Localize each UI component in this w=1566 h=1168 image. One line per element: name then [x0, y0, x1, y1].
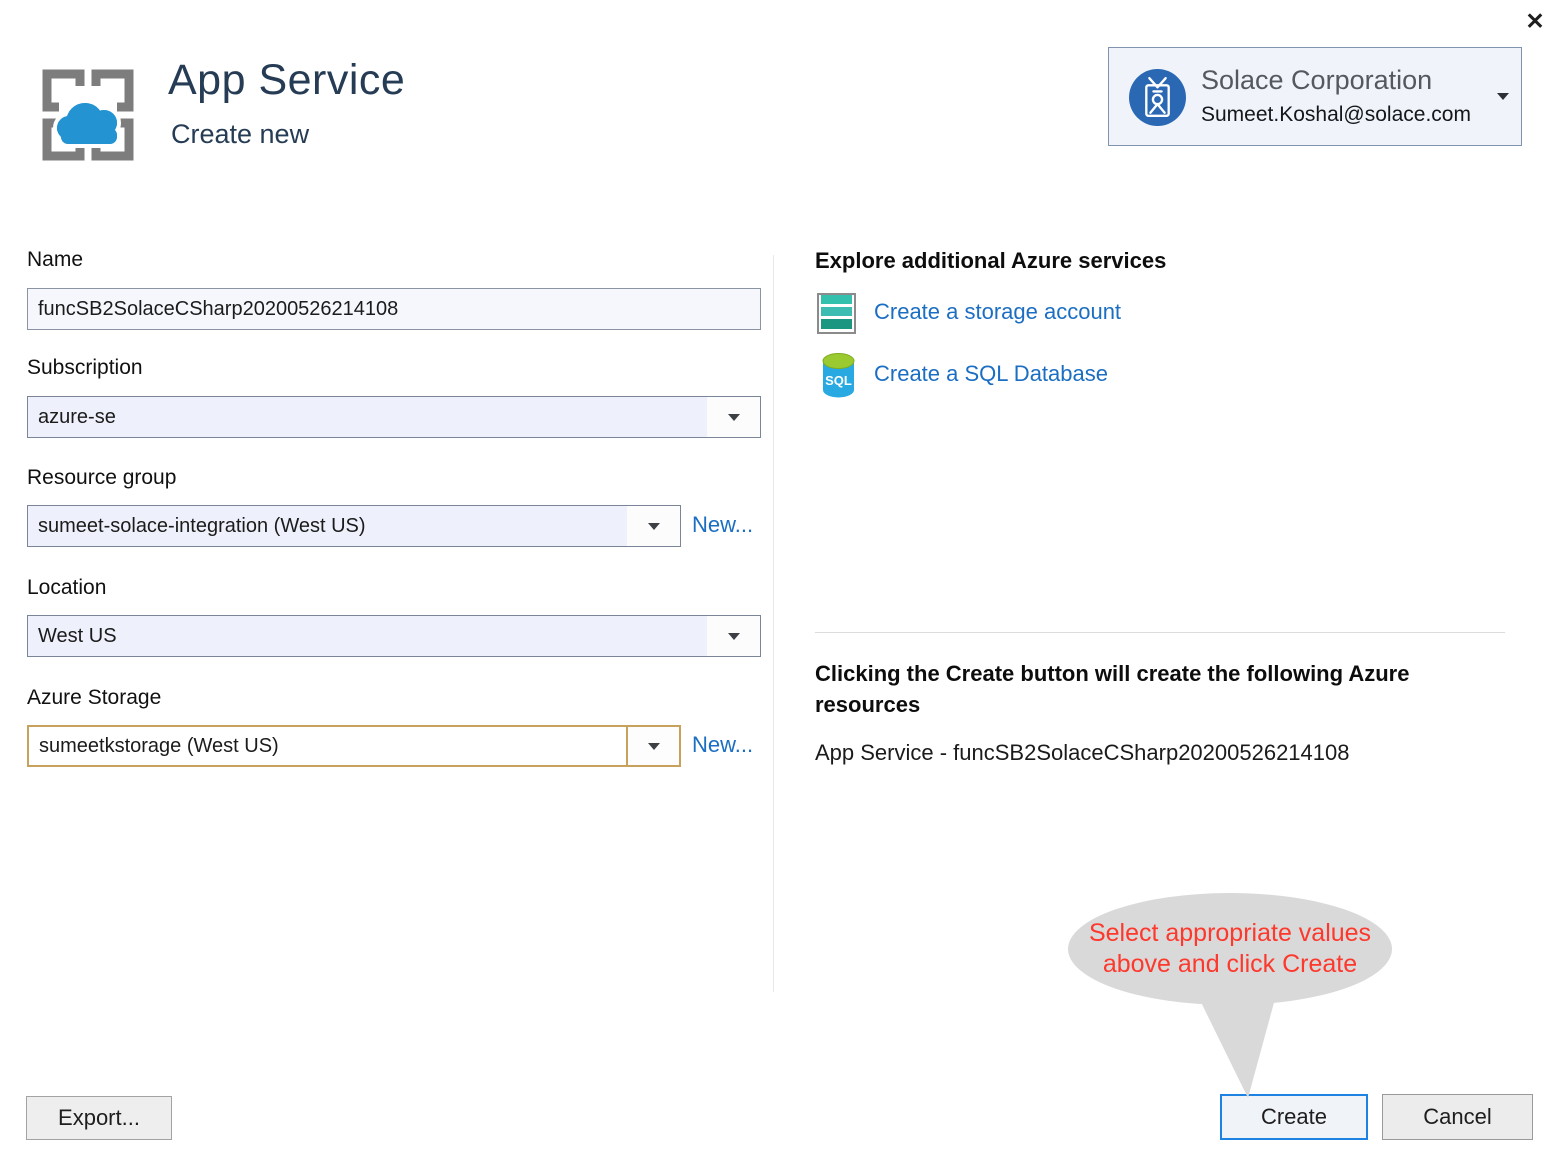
location-dropdown-button[interactable]	[707, 616, 760, 656]
sql-database-icon: SQL	[820, 352, 857, 399]
azure-storage-dropdown-button[interactable]	[626, 727, 679, 765]
create-sql-database-link[interactable]: Create a SQL Database	[874, 361, 1108, 387]
name-label: Name	[27, 248, 83, 272]
create-button[interactable]: Create	[1220, 1094, 1368, 1140]
callout-bubble: Select appropriate values above and clic…	[1068, 893, 1392, 1005]
resource-group-label: Resource group	[27, 466, 176, 490]
account-email: Sumeet.Koshal@solace.com	[1201, 103, 1471, 127]
subscription-dropdown-button[interactable]	[707, 397, 760, 437]
app-service-logo-icon	[33, 60, 143, 170]
summary-heading: Clicking the Create button will create t…	[815, 658, 1475, 720]
close-icon[interactable]: ✕	[1518, 4, 1552, 38]
azure-storage-dropdown[interactable]: sumeetkstorage (West US)	[27, 725, 681, 767]
page-title: App Service	[168, 56, 405, 105]
export-button[interactable]: Export...	[26, 1096, 172, 1140]
resource-group-new-link[interactable]: New...	[692, 512, 753, 538]
subscription-value: azure-se	[28, 406, 707, 429]
account-selector[interactable]: Solace Corporation Sumeet.Koshal@solace.…	[1108, 47, 1522, 146]
page-subtitle: Create new	[171, 119, 309, 150]
chevron-down-icon	[1497, 93, 1509, 100]
azure-storage-label: Azure Storage	[27, 686, 161, 710]
id-badge-icon	[1129, 69, 1186, 126]
resource-group-dropdown[interactable]: sumeet-solace-integration (West US)	[27, 505, 681, 547]
app-service-create-dialog: ✕ App Service Create new	[0, 0, 1566, 1168]
horizontal-divider	[815, 632, 1505, 633]
resource-group-value: sumeet-solace-integration (West US)	[28, 515, 627, 538]
chevron-down-icon	[648, 523, 660, 530]
subscription-dropdown[interactable]: azure-se	[27, 396, 761, 438]
location-value: West US	[28, 625, 707, 648]
azure-storage-new-link[interactable]: New...	[692, 732, 753, 758]
chevron-down-icon	[728, 633, 740, 640]
account-name: Solace Corporation	[1201, 65, 1432, 96]
azure-storage-value: sumeetkstorage (West US)	[29, 735, 626, 758]
name-input[interactable]	[27, 288, 761, 330]
summary-resource: App Service - funcSB2SolaceCSharp2020052…	[815, 740, 1350, 766]
callout-text-line2: above and click Create	[1103, 949, 1357, 980]
chevron-down-icon	[648, 743, 660, 750]
explore-heading: Explore additional Azure services	[815, 248, 1166, 274]
storage-account-icon	[817, 293, 856, 334]
location-label: Location	[27, 576, 106, 600]
location-dropdown[interactable]: West US	[27, 615, 761, 657]
create-storage-account-link[interactable]: Create a storage account	[874, 299, 1121, 325]
chevron-down-icon	[728, 414, 740, 421]
svg-text:SQL: SQL	[825, 373, 852, 388]
cancel-button[interactable]: Cancel	[1382, 1094, 1533, 1140]
subscription-label: Subscription	[27, 356, 143, 380]
vertical-divider	[773, 255, 774, 992]
resource-group-dropdown-button[interactable]	[627, 506, 680, 546]
callout-text-line1: Select appropriate values	[1089, 918, 1371, 949]
